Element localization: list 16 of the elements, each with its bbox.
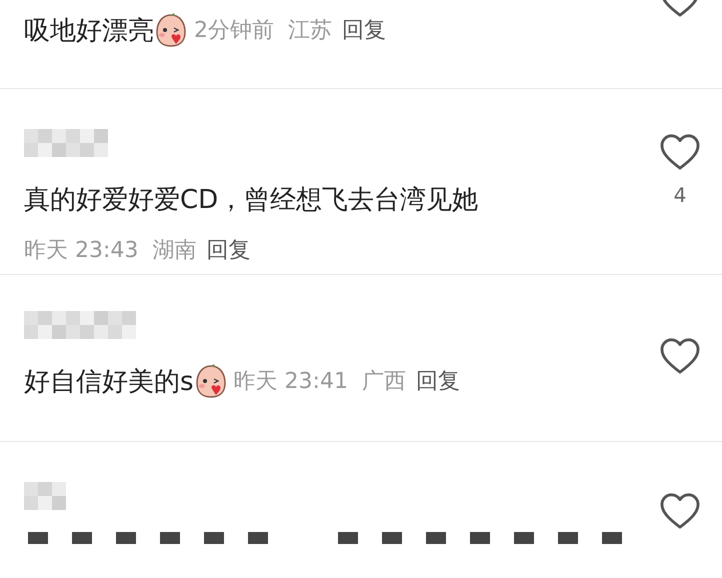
- comment-text: 真的好爱好爱CD，曾经想飞去台湾见她: [24, 184, 478, 216]
- comment-time: 昨天 23:43: [24, 237, 138, 265]
- comment-time: 2分钟前: [194, 17, 274, 45]
- heart-icon[interactable]: [659, 337, 701, 375]
- heart-icon[interactable]: [659, 492, 701, 530]
- heart-icon[interactable]: [659, 133, 701, 171]
- comment-text: 好自信好美的s: [24, 366, 194, 398]
- comment-location: 广西: [362, 368, 406, 396]
- reply-link[interactable]: 回复: [416, 366, 460, 396]
- comment-location: 江苏: [288, 17, 332, 45]
- comment-text: 吸地好漂亮: [24, 14, 154, 48]
- comment-location: 湖南: [152, 237, 196, 265]
- comment-time: 昨天 23:41: [234, 368, 348, 396]
- like-count: 4: [674, 183, 686, 207]
- reply-link[interactable]: 回复: [206, 235, 250, 265]
- reply-link[interactable]: 回复: [342, 15, 386, 45]
